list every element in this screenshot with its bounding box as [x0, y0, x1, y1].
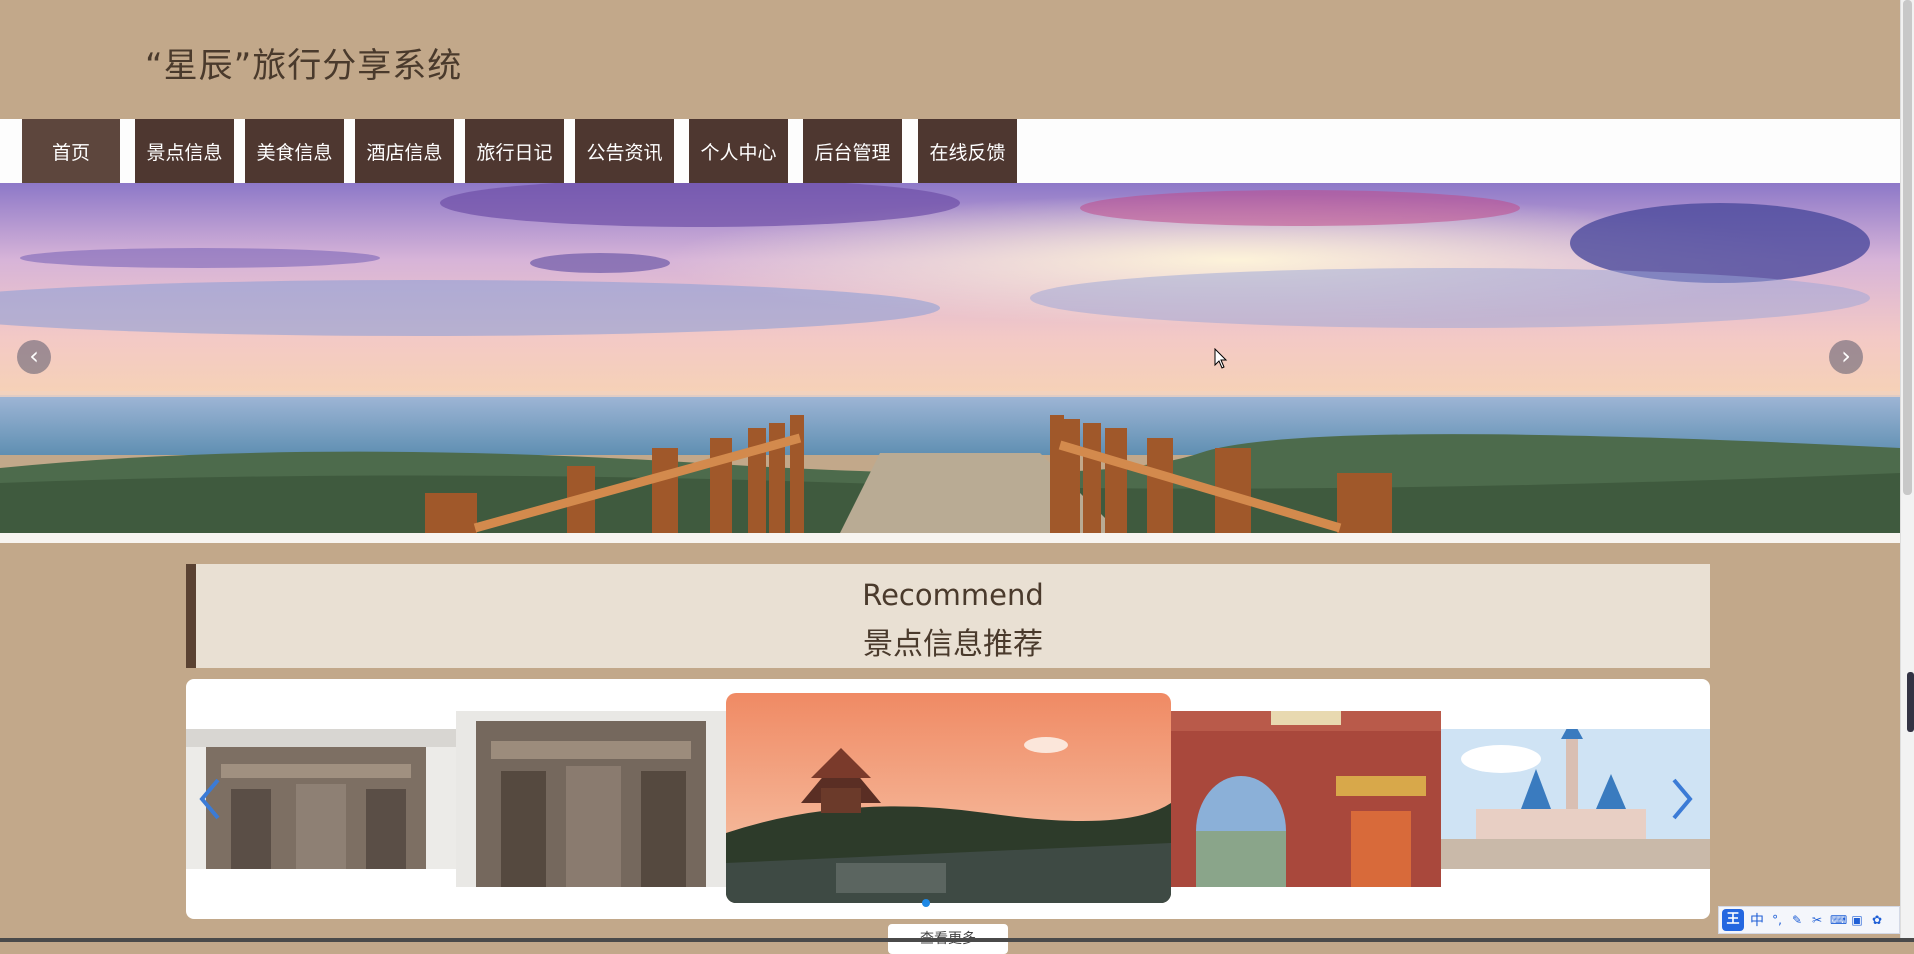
nav-item-announcements[interactable]: 公告资讯 [575, 119, 674, 183]
nav-item-scenic-spots[interactable]: 景点信息 [135, 119, 234, 183]
nav-item-feedback[interactable]: 在线反馈 [918, 119, 1017, 183]
page-scrollbar[interactable] [1900, 0, 1914, 942]
ime-logo[interactable]: 王 [1722, 909, 1744, 931]
spot-image-pavilion [726, 693, 1171, 903]
recommend-title-en: Recommend [862, 578, 1044, 612]
banner-next-button[interactable]: › [1829, 340, 1863, 374]
carousel-prev-button[interactable] [196, 774, 226, 824]
spot-image-gate-carving [456, 711, 726, 887]
main-navbar: 首页 景点信息 美食信息 酒店信息 旅行日记 公告资讯 个人中心 后台管理 在线… [0, 119, 1900, 183]
chevron-left-icon: ‹ [29, 342, 39, 370]
nav-item-food[interactable]: 美食信息 [245, 119, 344, 183]
carousel-card[interactable] [456, 711, 726, 887]
pen-icon[interactable]: ✎ [1790, 913, 1804, 927]
carousel-pagination-dot[interactable] [922, 899, 930, 907]
skin-icon[interactable]: ▣ [1850, 913, 1864, 927]
bottom-edge-bar [0, 938, 1914, 942]
ime-mode-toggle[interactable]: 中 [1750, 910, 1764, 930]
carousel-card[interactable] [1171, 711, 1441, 887]
chevron-right-icon: › [1841, 342, 1851, 370]
settings-icon[interactable]: ✿ [1870, 913, 1884, 927]
nav-item-admin[interactable]: 后台管理 [803, 119, 902, 183]
carousel-card[interactable] [186, 729, 456, 869]
chevron-right-icon [1672, 778, 1693, 820]
mouse-cursor-icon [1214, 348, 1228, 369]
punctuation-icon[interactable]: °, [1770, 913, 1784, 927]
carousel-card-active[interactable] [726, 693, 1171, 903]
recommend-carousel [186, 679, 1710, 919]
ime-toolbar: 王 中 °, ✎ ✂ ⌨ ▣ ✿ [1718, 906, 1900, 934]
scissors-icon[interactable]: ✂ [1810, 913, 1824, 927]
banner-bottom-strip [0, 533, 1900, 543]
recommend-section-header: Recommend 景点信息推荐 [186, 564, 1710, 668]
nav-item-home[interactable]: 首页 [22, 119, 120, 183]
carousel-next-button[interactable] [1666, 774, 1696, 824]
nav-item-travel-diary[interactable]: 旅行日记 [465, 119, 564, 183]
spot-image-red-gate [1171, 711, 1441, 887]
banner-prev-button[interactable]: ‹ [17, 340, 51, 374]
chevron-left-icon [199, 778, 220, 820]
hero-banner[interactable] [0, 183, 1900, 533]
recommend-title-cn: 景点信息推荐 [863, 627, 1043, 662]
nav-item-hotels[interactable]: 酒店信息 [355, 119, 454, 183]
keyboard-icon[interactable]: ⌨ [1830, 913, 1847, 927]
banner-seaside-sunset-image [0, 183, 1900, 533]
scrollbar-thumb[interactable] [1903, 0, 1912, 495]
spot-image-gate-carving [186, 729, 456, 869]
side-drawer-handle[interactable] [1907, 672, 1914, 732]
nav-item-personal-center[interactable]: 个人中心 [689, 119, 788, 183]
site-header: “星辰”旅行分享系统 [0, 0, 1900, 119]
site-title: “星辰”旅行分享系统 [145, 46, 463, 86]
